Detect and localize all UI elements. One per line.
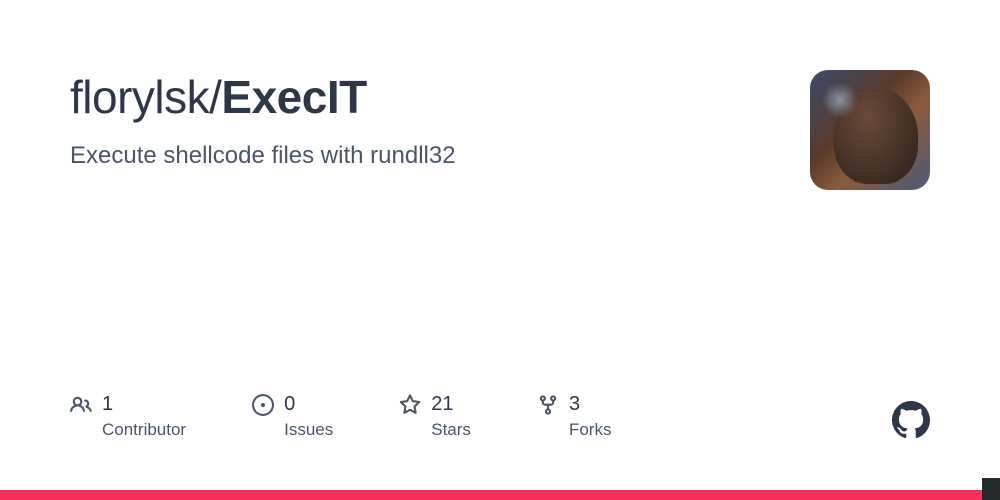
repo-title: florylsk/ExecIT — [70, 70, 810, 124]
social-card: florylsk/ExecIT Execute shellcode files … — [0, 0, 1000, 500]
accent-bar — [0, 490, 1000, 500]
avatar — [810, 70, 930, 190]
stat-forks: 3 Forks — [537, 392, 612, 440]
stat-value: 1 — [102, 392, 186, 416]
stat-issues: 0 Issues — [252, 392, 333, 440]
repo-description: Execute shellcode files with rundll32 — [70, 142, 810, 170]
stat-text: 0 Issues — [284, 392, 333, 440]
stat-label: Stars — [431, 420, 471, 440]
stat-label: Issues — [284, 420, 333, 440]
owner-name: florylsk — [70, 71, 209, 123]
stats-row: 1 Contributor 0 Issues 21 Stars — [70, 392, 611, 440]
repo-name: ExecIT — [221, 71, 366, 123]
stat-value: 3 — [569, 392, 612, 416]
star-icon — [399, 394, 421, 421]
stat-text: 1 Contributor — [102, 392, 186, 440]
stat-label: Contributor — [102, 420, 186, 440]
issue-icon — [252, 394, 274, 421]
stat-contributors: 1 Contributor — [70, 392, 186, 440]
stat-label: Forks — [569, 420, 612, 440]
accent-bar-dark — [982, 478, 1000, 500]
stat-stars: 21 Stars — [399, 392, 471, 440]
fork-icon — [537, 394, 559, 421]
title-block: florylsk/ExecIT Execute shellcode files … — [70, 70, 810, 170]
people-icon — [70, 394, 92, 421]
stat-value: 0 — [284, 392, 333, 416]
stat-text: 21 Stars — [431, 392, 471, 440]
header-row: florylsk/ExecIT Execute shellcode files … — [70, 70, 930, 190]
stat-value: 21 — [431, 392, 471, 416]
github-logo-icon — [892, 401, 930, 444]
stat-text: 3 Forks — [569, 392, 612, 440]
